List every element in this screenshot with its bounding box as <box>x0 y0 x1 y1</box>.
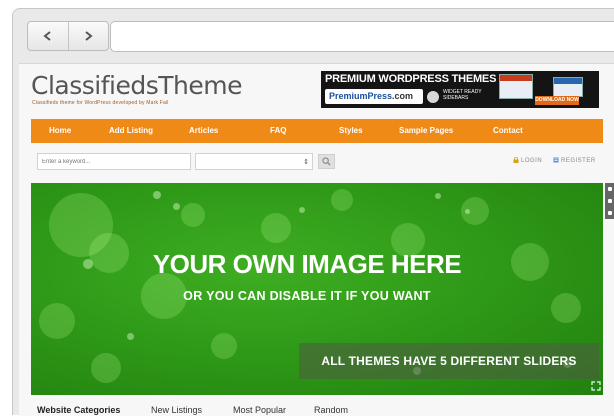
chevron-right-icon <box>85 31 93 41</box>
keyword-input[interactable] <box>37 153 191 170</box>
login-link[interactable]: LOGIN <box>513 157 542 164</box>
tab-new-listings[interactable]: New Listings <box>151 405 202 415</box>
menu-item-styles[interactable]: Styles <box>339 119 363 143</box>
login-label: LOGIN <box>521 158 543 164</box>
bokeh-decoration <box>39 303 75 339</box>
bokeh-decoration <box>331 189 353 211</box>
select-arrow-icon: ⇕ <box>303 159 309 166</box>
slider-pause-button[interactable] <box>608 199 612 203</box>
bokeh-decoration <box>153 191 161 199</box>
banner-subtitle: WIDGET READY SIDEBARS <box>443 89 482 101</box>
search-icon <box>322 157 331 166</box>
bokeh-decoration <box>127 333 134 340</box>
tab-most-popular[interactable]: Most Popular <box>233 405 286 415</box>
slider-controls <box>605 183 614 219</box>
register-label: REGISTER <box>561 158 596 164</box>
hero-title: YOUR OWN IMAGE HERE <box>152 249 462 279</box>
hero-caption: ALL THEMES HAVE 5 DIFFERENT SLIDERS <box>299 343 599 379</box>
category-select[interactable]: ⇕ <box>195 153 313 170</box>
search-button[interactable] <box>318 154 335 169</box>
slider-prev-button[interactable] <box>608 187 612 191</box>
bokeh-decoration <box>91 353 121 383</box>
banner-brand-suffix: .com <box>392 91 414 101</box>
menu-item-sample-pages[interactable]: Sample Pages <box>399 119 453 143</box>
tab-random[interactable]: Random <box>314 405 348 415</box>
lock-icon <box>513 157 519 163</box>
bokeh-decoration <box>181 203 205 227</box>
main-menu: Home Add Listing Articles FAQ Styles Sam… <box>31 119 603 143</box>
banner-screenshot-image <box>553 77 583 97</box>
site-tagline: Classifieds theme for WordPress develope… <box>32 100 169 106</box>
back-button[interactable] <box>28 22 68 50</box>
menu-item-articles[interactable]: Articles <box>189 119 218 143</box>
fullscreen-icon[interactable] <box>591 381 601 391</box>
site-header: ClassifiedsTheme Classifieds theme for W… <box>19 64 614 112</box>
search-bar: ⇕ LOGIN REGISTER <box>31 151 603 173</box>
bokeh-decoration <box>261 213 291 243</box>
banner-badge-icon <box>427 91 439 103</box>
banner-brand: PremiumPress <box>329 91 393 101</box>
web-page: ClassifiedsTheme Classifieds theme for W… <box>19 63 614 416</box>
menu-item-faq[interactable]: FAQ <box>270 119 286 143</box>
menu-item-home[interactable]: Home <box>49 119 71 143</box>
ad-banner[interactable]: PREMIUM WORDPRESS THEMES PremiumPress.co… <box>321 71 599 108</box>
bokeh-decoration <box>435 193 441 199</box>
bokeh-decoration <box>465 209 470 214</box>
bokeh-decoration <box>173 203 180 210</box>
slider-next-button[interactable] <box>608 211 612 215</box>
nav-button-group <box>27 21 109 51</box>
chevron-left-icon <box>43 31 51 41</box>
banner-brand-logo: PremiumPress.com <box>325 89 423 104</box>
tab-website-categories[interactable]: Website Categories <box>37 405 120 415</box>
address-bar[interactable] <box>110 21 614 52</box>
banner-screenshot-image <box>499 74 533 99</box>
browser-window: ClassifiedsTheme Classifieds theme for W… <box>12 8 614 416</box>
bokeh-decoration <box>211 333 237 359</box>
banner-title: PREMIUM WORDPRESS THEMES <box>325 73 497 85</box>
register-link[interactable]: REGISTER <box>553 157 596 164</box>
banner-download-button[interactable]: DOWNLOAD NOW <box>535 96 579 105</box>
hero-subtitle: OR YOU CAN DISABLE IT IF YOU WANT <box>183 289 431 303</box>
menu-item-contact[interactable]: Contact <box>493 119 523 143</box>
hero-slider[interactable]: YOUR OWN IMAGE HERE OR YOU CAN DISABLE I… <box>31 183 603 395</box>
listing-tabs: Website Categories New Listings Most Pop… <box>31 401 603 416</box>
register-icon <box>553 157 559 163</box>
bokeh-decoration <box>299 207 305 213</box>
forward-button[interactable] <box>67 22 109 50</box>
site-logo[interactable]: ClassifiedsTheme <box>31 71 242 100</box>
browser-toolbar <box>13 9 614 63</box>
menu-item-add-listing[interactable]: Add Listing <box>109 119 153 143</box>
